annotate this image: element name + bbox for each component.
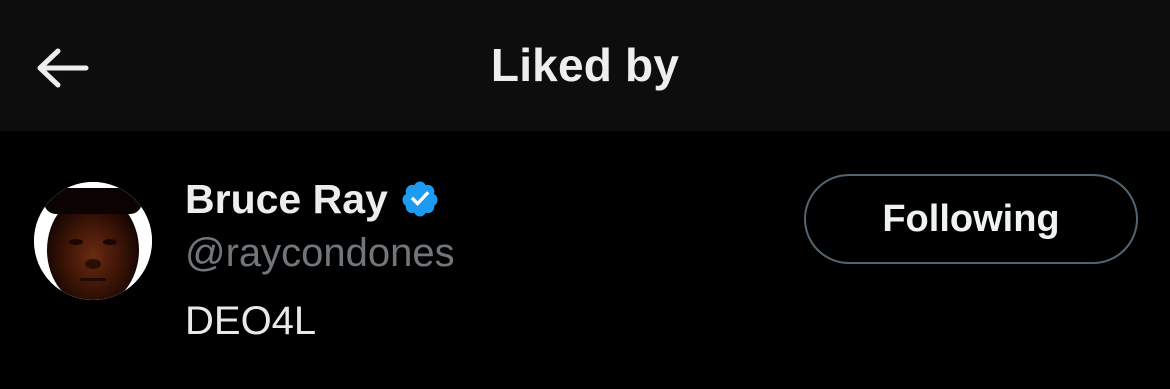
user-info: Bruce Ray @raycondones DEO4L [185,171,455,344]
back-button[interactable] [22,28,102,108]
page-title: Liked by [490,39,680,91]
display-name[interactable]: Bruce Ray [185,176,388,223]
avatar[interactable] [34,182,152,300]
verified-badge-icon[interactable] [400,179,440,219]
avatar-image [34,182,152,300]
top-bar: Liked by [0,0,1170,131]
name-line: Bruce Ray [185,171,455,227]
user-handle: @raycondones [185,231,455,275]
arrow-left-icon [37,48,89,88]
user-list-item[interactable]: Bruce Ray @raycondones DEO4L Following [0,131,1170,389]
following-button[interactable]: Following [804,174,1138,264]
user-bio: DEO4L [185,299,317,343]
